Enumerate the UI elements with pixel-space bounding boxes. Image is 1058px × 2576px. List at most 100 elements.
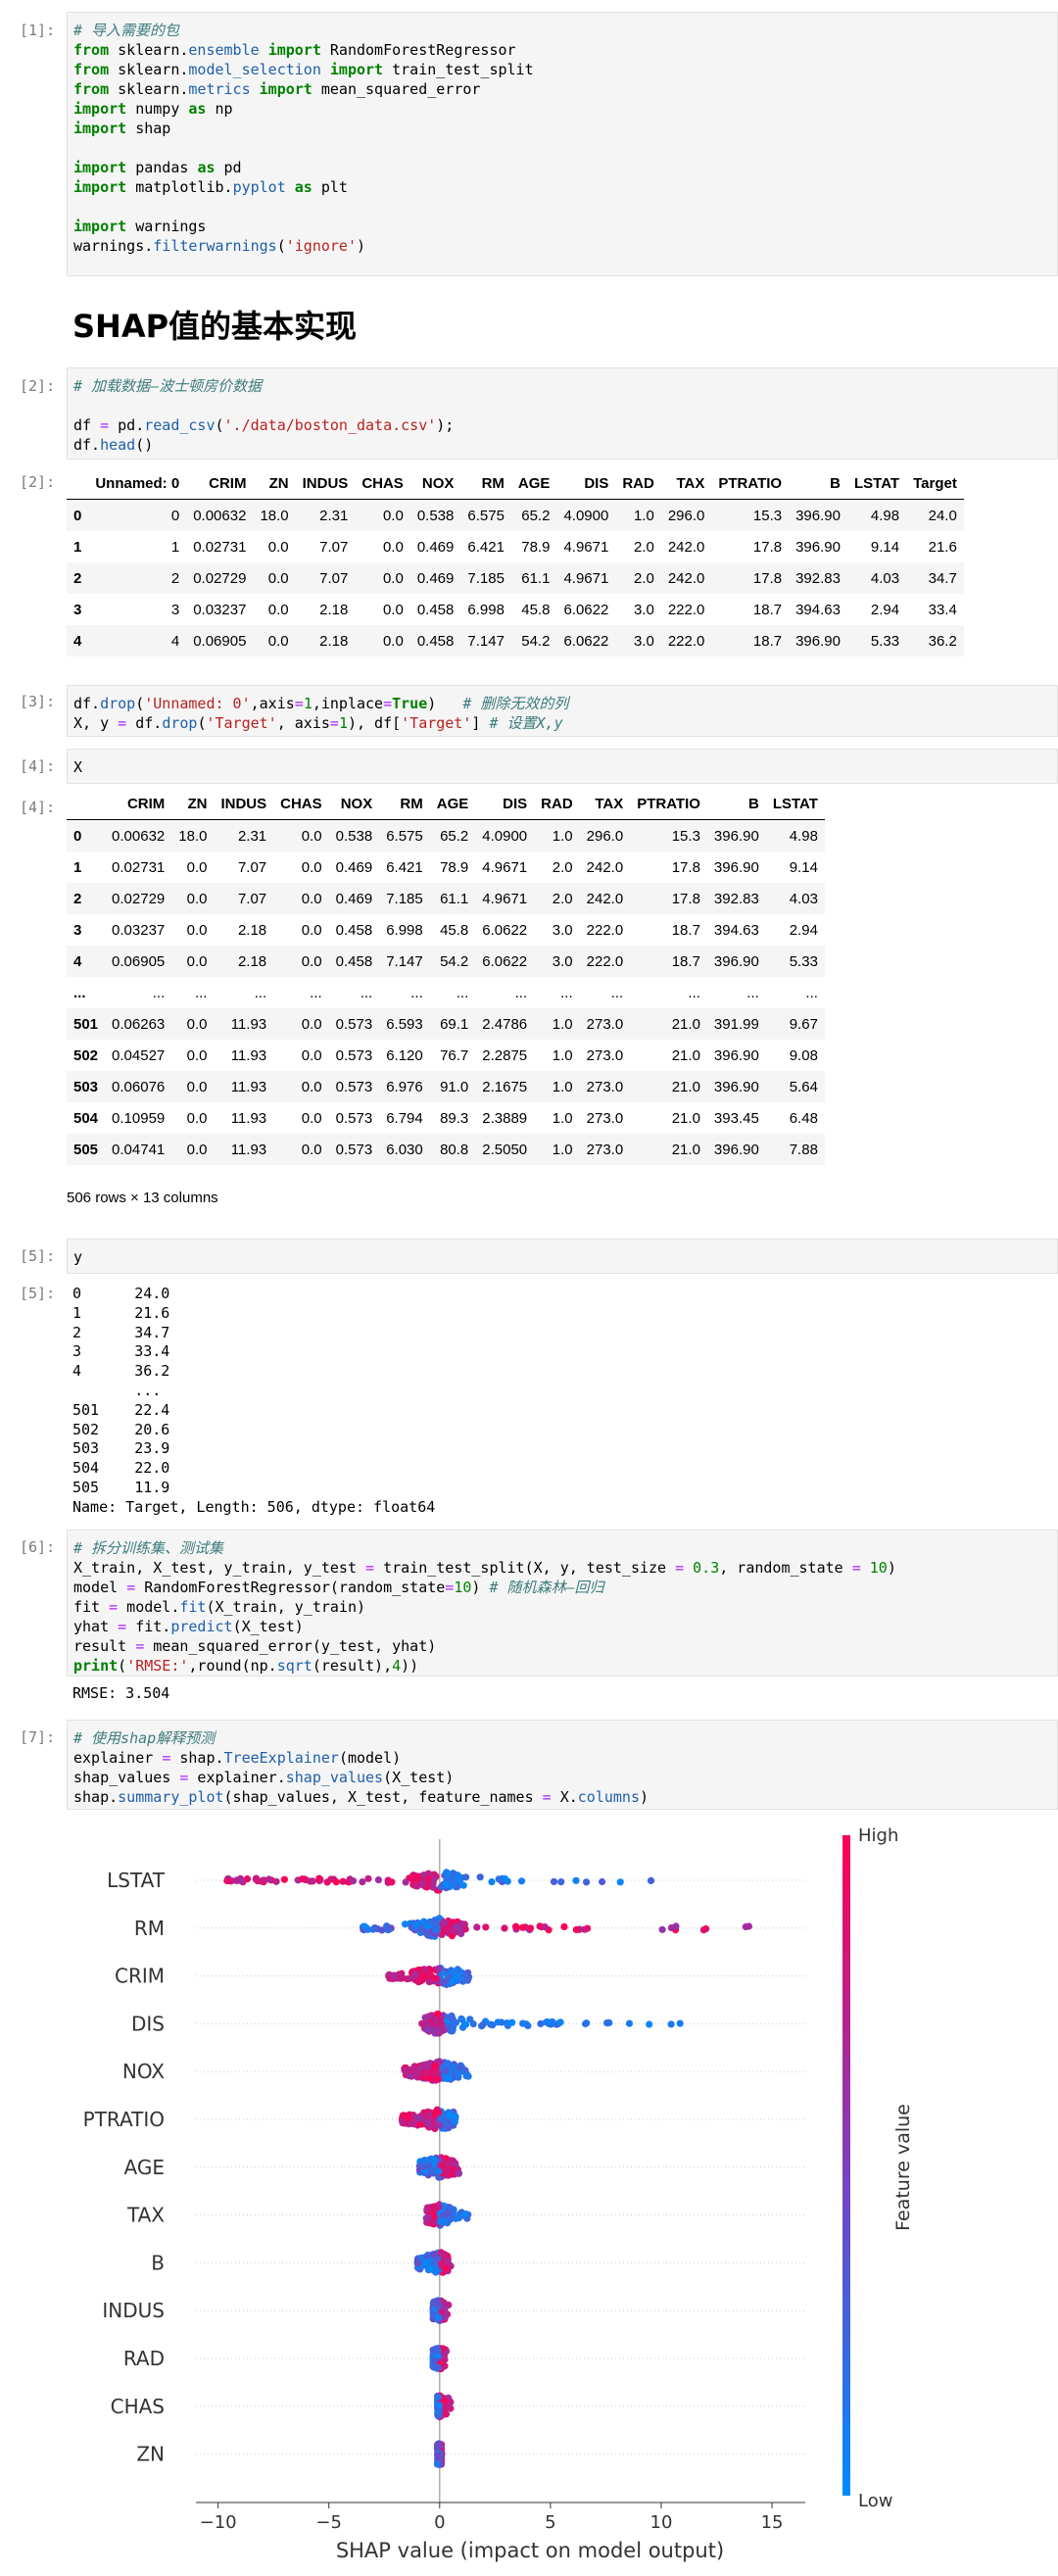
feature-label: PTRATIO: [83, 2108, 165, 2131]
table-cell: 11.93: [230, 1046, 267, 1064]
table-cell: 21.0: [671, 1078, 700, 1095]
table-cell: 0.0: [382, 569, 404, 587]
table-cell: 296.0: [667, 507, 705, 524]
table-cell: 3: [170, 601, 180, 618]
table-cell: 3.0: [633, 601, 654, 618]
table-cell: 6.030: [386, 1141, 423, 1158]
table-cell: 15.3: [671, 827, 700, 845]
shap-dot: [414, 2260, 422, 2267]
column-header: Target: [906, 467, 964, 500]
shap-dot: [419, 1881, 427, 1889]
table-cell: 2.94: [789, 921, 818, 939]
shap-dot: [434, 2346, 442, 2355]
shap-dot: [434, 2393, 442, 2401]
table-cell: 396.90: [795, 507, 841, 524]
shap-dot: [364, 1874, 372, 1882]
shap-dot: [616, 1878, 624, 1886]
table-cell: 4.0900: [563, 507, 609, 524]
table-cell: 2.0: [552, 890, 573, 907]
table-cell: 6.575: [467, 507, 505, 524]
cell-3-code[interactable]: df.drop('Unnamed: 0',axis=1,inplace=True…: [67, 685, 1058, 737]
table-cell: 7.147: [386, 952, 423, 970]
shap-dot: [421, 1966, 429, 1973]
shap-dot: [672, 1922, 680, 1930]
table-cell: 0.0: [186, 1078, 208, 1095]
shap-dot: [473, 1923, 481, 1931]
row-index: 2: [73, 569, 82, 587]
column-header: RM: [460, 467, 511, 500]
row-index: 4: [73, 952, 82, 970]
cell-5-code[interactable]: y: [67, 1239, 1058, 1274]
table-cell: 0.0: [301, 1109, 322, 1127]
table-cell: 18.0: [178, 827, 208, 845]
table-cell: 0.06076: [112, 1078, 166, 1095]
table-cell: 0.538: [335, 827, 373, 845]
cell-6-code[interactable]: # 拆分训练集、测试集 X_train, X_test, y_train, y_…: [67, 1530, 1058, 1677]
table-cell: ...: [560, 984, 573, 1001]
cell-1-input-prompt: [1]:: [20, 22, 56, 39]
shap-dot: [446, 2112, 454, 2120]
shap-dot: [323, 1878, 331, 1886]
feature-label: ZN: [136, 2443, 165, 2466]
shap-dot: [647, 1876, 655, 1884]
table-cell: 0.00632: [112, 827, 166, 845]
table-cell: ...: [610, 984, 624, 1001]
shap-dot: [572, 1925, 581, 1933]
table-row: 2 2 0.02729 0.0 7.07 0.0 0.469 7.185 61.1 4.9671 2…: [67, 562, 964, 594]
table-cell: 21.0: [671, 1015, 700, 1033]
column-header: B: [706, 788, 766, 820]
table-cell: 65.2: [440, 827, 469, 845]
cell-4-input-prompt: [4]:: [20, 757, 56, 775]
shap-dot: [432, 1974, 440, 1982]
shap-dot: [413, 2070, 421, 2078]
table-cell: 9.08: [789, 1046, 818, 1064]
row-index: 0: [73, 827, 82, 845]
shap-dot: [658, 1925, 666, 1933]
cell-7-code[interactable]: # 使用shap解释预测 explainer = shap.TreeExplai…: [67, 1720, 1058, 1810]
shap-dot: [445, 2074, 453, 2082]
table-cell: 273.0: [586, 1141, 624, 1158]
shap-dot: [433, 1925, 441, 1933]
table-cell: 6.575: [386, 827, 423, 845]
table-row: ........................................…: [67, 977, 825, 1008]
column-header: NOX: [409, 467, 461, 500]
cell-6-input-prompt: [6]:: [20, 1538, 56, 1556]
table-cell: 18.7: [671, 921, 700, 939]
table-cell: 7.185: [386, 890, 423, 907]
table-cell: ...: [514, 984, 528, 1001]
table-cell: 396.90: [713, 1078, 759, 1095]
cell-3-input-prompt: [3]:: [20, 693, 56, 710]
table-cell: 396.90: [713, 952, 759, 970]
table-cell: 396.90: [713, 827, 759, 845]
table-cell: 6.0622: [563, 601, 609, 618]
shap-dot: [332, 1878, 340, 1886]
table-cell: 0.469: [416, 569, 455, 587]
shap-dot: [479, 2021, 487, 2029]
table-cell: 396.90: [713, 1141, 759, 1158]
shap-dot: [339, 1877, 347, 1885]
table-cell: 222.0: [667, 601, 705, 618]
table-cell: 6.593: [386, 1015, 423, 1033]
shap-dot: [676, 2019, 684, 2027]
table-cell: 0.458: [416, 632, 455, 650]
shap-dot: [444, 1926, 452, 1934]
rmse-output: RMSE: 3.504: [72, 1684, 170, 1702]
cell-4-code[interactable]: X: [67, 749, 1058, 784]
shap-dot: [455, 2214, 463, 2222]
shap-dot: [581, 2019, 590, 2028]
cell-2-code[interactable]: # 加载数据—波士顿房价数据 df = pd.read_csv('./data/…: [67, 367, 1058, 460]
column-header: TAX: [579, 788, 631, 820]
shap-dot: [430, 2062, 438, 2069]
table-cell: 2.2875: [482, 1046, 528, 1064]
table-cell: 9.67: [789, 1015, 818, 1033]
x-tick-label: 5: [545, 2512, 555, 2533]
shap-dot: [411, 1881, 419, 1890]
table-cell: 6.0622: [482, 952, 528, 970]
feature-label: LSTAT: [107, 1869, 166, 1892]
table-cell: 0.04527: [112, 1046, 166, 1064]
table-cell: 0.538: [416, 507, 455, 524]
cell-1-code[interactable]: # 导入需要的包 from sklearn.ensemble import Ra…: [67, 12, 1058, 276]
table-cell: 0.573: [335, 1109, 373, 1127]
column-header: RAD: [534, 788, 580, 820]
shap-dot: [583, 1878, 591, 1886]
